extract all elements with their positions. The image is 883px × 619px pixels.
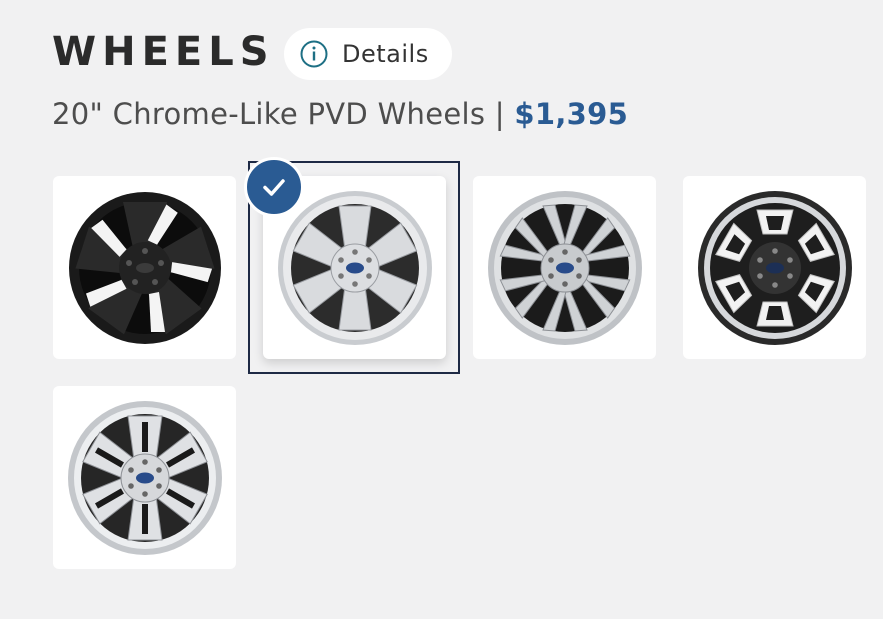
checkmark-icon xyxy=(263,179,285,196)
wheel-option-hex-pocket[interactable] xyxy=(683,176,866,359)
selected-wheel-price: $1,395 xyxy=(514,97,629,131)
selected-wheel-summary: 20" Chrome-Like PVD Wheels | $1,395 xyxy=(52,92,628,136)
wheel-image xyxy=(697,190,852,345)
info-circle-icon xyxy=(300,40,328,68)
selected-wheel-name: 20" Chrome-Like PVD Wheels | xyxy=(52,97,515,131)
wheel-option-chrome-black-inserts[interactable] xyxy=(53,386,236,569)
wheel-image xyxy=(68,191,221,344)
wheel-image xyxy=(487,190,642,345)
details-button[interactable]: Details xyxy=(284,28,452,80)
details-button-label: Details xyxy=(342,40,429,68)
wheel-option-black-5-spoke[interactable] xyxy=(53,176,236,359)
section-title: WHEELS xyxy=(52,29,275,75)
wheel-option-split-spoke[interactable] xyxy=(473,176,656,359)
wheel-image xyxy=(67,400,222,555)
selected-check-badge xyxy=(244,157,304,217)
